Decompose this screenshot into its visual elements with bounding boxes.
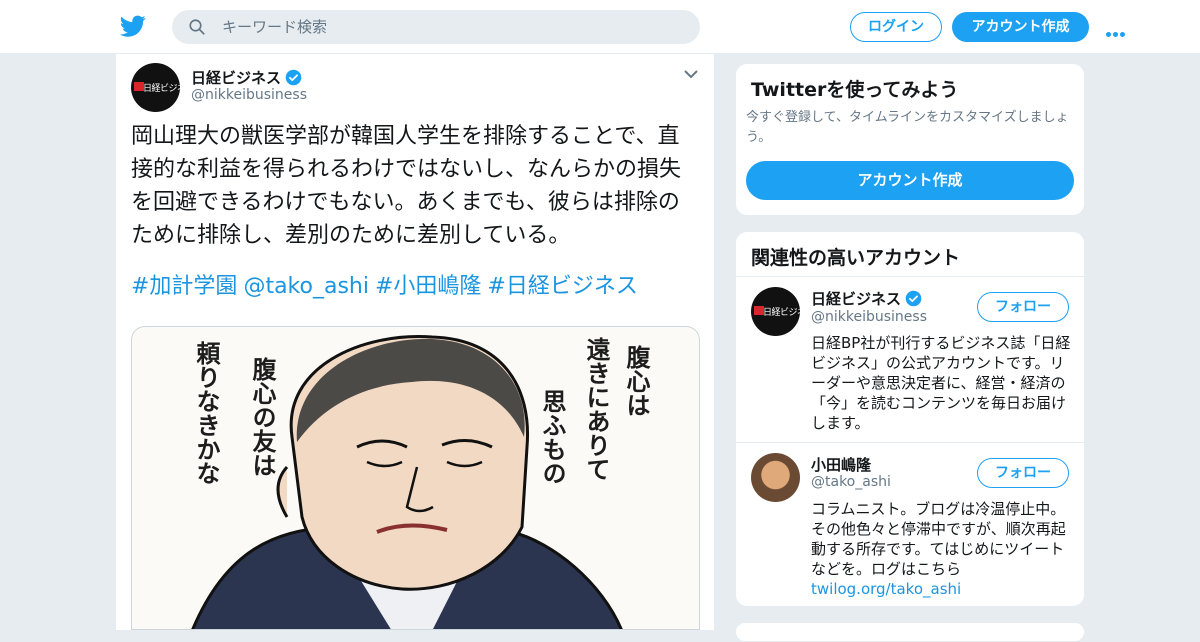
calligraphy-text: 思ふもの <box>538 389 567 485</box>
author-avatar[interactable]: 日経ビジネス <box>131 63 180 112</box>
follow-button[interactable]: フォロー <box>977 292 1069 322</box>
search-icon <box>189 19 205 35</box>
profile-link[interactable]: twilog.org/tako_ashi <box>811 580 961 598</box>
account-name[interactable]: 小田嶋隆 <box>811 454 871 475</box>
twitter-bird-icon[interactable] <box>120 13 146 39</box>
mention-link[interactable]: @tako_ashi <box>243 274 369 299</box>
account-avatar[interactable]: 日経ビジネス <box>751 287 800 336</box>
card-description: 今すぐ登録して、タイムラインをカスタマイズしましょう。 <box>746 110 1069 145</box>
divider <box>736 276 1084 277</box>
divider <box>736 442 1084 443</box>
author-handle[interactable]: @nikkeibusiness <box>191 87 307 103</box>
search-input[interactable] <box>222 10 682 44</box>
verified-badge-icon <box>905 290 922 307</box>
hashtag-link[interactable]: #日経ビジネス <box>487 274 637 299</box>
create-account-button[interactable]: アカウント作成 <box>746 161 1074 200</box>
chevron-down-icon[interactable] <box>684 69 698 79</box>
tweet-card: 日経ビジネス 日経ビジネス @nikkeibusiness 岡山理大の獣医学部が… <box>115 54 715 630</box>
account-handle[interactable]: @tako_ashi <box>811 474 891 490</box>
top-bar: ログイン アカウント作成 <box>0 0 1200 54</box>
follow-button[interactable]: フォロー <box>977 458 1069 488</box>
try-twitter-card: Twitterを使ってみよう 今すぐ登録して、タイムラインをカスタマイズしましょ… <box>735 63 1085 216</box>
calligraphy-text: 遠きにありて <box>582 337 611 481</box>
tweet-text: 岡山理大の獣医学部が韓国人学生を排除することで、直接的な利益を得られるわけではな… <box>131 124 682 248</box>
calligraphy-text: 腹心は <box>622 345 651 417</box>
card-title: Twitterを使ってみよう <box>751 79 959 101</box>
search-box[interactable] <box>172 10 700 44</box>
account-bio: コラムニスト。ブログは冷温停止中。その他色々と停滞中ですが、順次再起動する所存で… <box>811 500 1066 598</box>
account-avatar[interactable] <box>751 453 800 502</box>
author-name[interactable]: 日経ビジネス <box>191 67 302 88</box>
tweet-image[interactable]: 腹心は 遠きにありて 思ふもの 腹心の友は 頼りなきかな <box>131 326 700 630</box>
next-card <box>735 622 1085 642</box>
related-accounts-card: 関連性の高いアカウント 日経ビジネス 日経ビジネス @nikkeibusines… <box>735 231 1085 607</box>
account-name[interactable]: 日経ビジネス <box>811 288 922 309</box>
account-bio: 日経BP社が刊行するビジネス誌「日経ビジネス」の公式アカウントです。リーダーや意… <box>811 334 1071 432</box>
hashtag-link[interactable]: #加計学園 <box>131 274 237 299</box>
signup-button[interactable]: アカウント作成 <box>952 12 1089 42</box>
card-title: 関連性の高いアカウント <box>751 247 961 269</box>
verified-badge-icon <box>285 69 302 86</box>
hashtag-link[interactable]: #小田嶋隆 <box>375 274 481 299</box>
tweet-tags: #加計学園 @tako_ashi #小田嶋隆 #日経ビジネス <box>131 270 644 303</box>
calligraphy-text: 頼りなきかな <box>192 341 221 485</box>
more-options-icon[interactable] <box>1106 22 1132 37</box>
login-button[interactable]: ログイン <box>850 12 942 42</box>
calligraphy-text: 腹心の友は <box>248 357 277 477</box>
account-handle[interactable]: @nikkeibusiness <box>811 309 927 325</box>
